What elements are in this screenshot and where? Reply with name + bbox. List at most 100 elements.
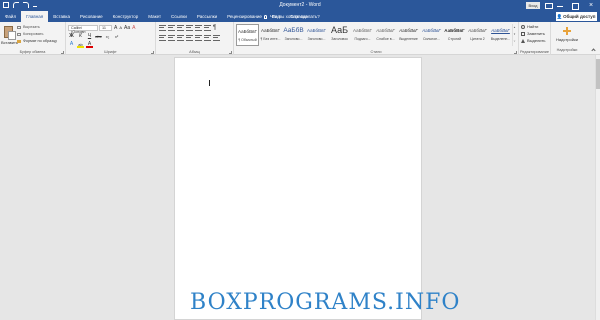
style-normal[interactable]: АаБбВвГ ¶ Обычный bbox=[236, 24, 259, 46]
ribbon-display-options-icon[interactable] bbox=[544, 2, 553, 9]
tab-layout[interactable]: Макет bbox=[143, 11, 166, 22]
signin-button[interactable]: Вход bbox=[526, 2, 540, 9]
shrink-font-button[interactable]: A bbox=[119, 25, 122, 31]
bullets-icon[interactable] bbox=[159, 25, 166, 31]
highlight-button[interactable]: ab bbox=[77, 41, 84, 48]
font-color-button[interactable]: A bbox=[86, 41, 93, 48]
style-preview: АаБбВ bbox=[283, 27, 304, 34]
align-center-icon[interactable] bbox=[168, 35, 175, 41]
close-icon[interactable]: × bbox=[587, 2, 595, 9]
underline-button[interactable]: Ч bbox=[86, 33, 93, 40]
ribbon: Вставить Вырезать Копировать Формат по о… bbox=[0, 22, 600, 55]
font-size-input[interactable]: 11 bbox=[99, 25, 112, 31]
tab-references[interactable]: Ссылки bbox=[166, 11, 192, 22]
style-strong[interactable]: АаБбВвГ Строгий bbox=[443, 24, 466, 46]
font-style-row: Ж К Ч abc x₂ x² bbox=[68, 33, 120, 40]
text-effects-button[interactable]: A bbox=[68, 41, 75, 48]
clear-formatting-button[interactable]: A bbox=[132, 25, 135, 31]
share-label: Общий доступ bbox=[563, 14, 596, 19]
style-intense-quote[interactable]: АаБбВвГ Выделенн... bbox=[489, 24, 512, 46]
styles-gallery-scroll[interactable]: ▴ ▾ ▿ bbox=[512, 24, 516, 46]
multilevel-list-icon[interactable] bbox=[177, 25, 184, 31]
paragraph-launcher-icon[interactable] bbox=[229, 51, 232, 54]
justify-icon[interactable] bbox=[186, 35, 193, 41]
style-preview: АаБбВвГ bbox=[307, 28, 326, 33]
font-launcher-icon[interactable] bbox=[151, 51, 154, 54]
styles-gallery: АаБбВвГ ¶ Обычный АаБбВвГ ¶ Без инте... Аа… bbox=[236, 24, 512, 46]
style-emphasis[interactable]: АаБбВвГ Выделение bbox=[397, 24, 420, 46]
style-no-spacing[interactable]: АаБбВвГ ¶ Без инте... bbox=[259, 24, 282, 46]
style-title[interactable]: АаБ Заголовок bbox=[328, 24, 351, 46]
replace-button[interactable]: Заменить bbox=[521, 31, 545, 36]
copy-button[interactable]: Копировать bbox=[17, 32, 43, 36]
replace-icon bbox=[521, 31, 525, 36]
increase-indent-icon[interactable] bbox=[195, 25, 202, 31]
decrease-indent-icon[interactable] bbox=[186, 25, 193, 31]
style-subtitle[interactable]: АаБбВвГ Подзаго... bbox=[351, 24, 374, 46]
format-painter-label: Формат по образцу bbox=[23, 39, 58, 43]
minimize-icon[interactable] bbox=[556, 2, 564, 9]
subscript-button[interactable]: x₂ bbox=[104, 33, 111, 40]
tab-insert[interactable]: Вставка bbox=[48, 11, 75, 22]
tab-draw[interactable]: Рисование bbox=[75, 11, 108, 22]
styles-launcher-icon[interactable] bbox=[514, 51, 517, 54]
title-bar: Документ2 - Word Вход × bbox=[0, 0, 600, 11]
line-spacing-icon[interactable] bbox=[195, 35, 202, 41]
addins-icon[interactable] bbox=[563, 27, 571, 35]
style-preview: АаБбВвГ bbox=[491, 28, 510, 33]
numbering-icon[interactable] bbox=[168, 25, 175, 31]
change-case-button[interactable]: Aa bbox=[124, 25, 130, 31]
strikethrough-button[interactable]: abc bbox=[95, 33, 102, 40]
style-preview: АаБбВвГ bbox=[444, 28, 465, 33]
maximize-icon[interactable] bbox=[571, 2, 579, 10]
borders-icon[interactable] bbox=[213, 35, 220, 41]
style-preview: АаБбВвГ bbox=[399, 28, 418, 33]
tab-design[interactable]: Конструктор bbox=[108, 11, 144, 22]
select-button[interactable]: Выделить bbox=[521, 38, 545, 43]
paste-button-label[interactable]: Вставить bbox=[1, 40, 18, 45]
paste-icon[interactable] bbox=[4, 26, 16, 40]
tell-me-box[interactable]: Что вы хотите сделать? bbox=[264, 11, 320, 22]
tab-mailings[interactable]: Рассылки bbox=[192, 11, 222, 22]
tab-review[interactable]: Рецензирование bbox=[222, 11, 267, 22]
superscript-button[interactable]: x² bbox=[113, 33, 120, 40]
shading-icon[interactable] bbox=[204, 35, 211, 41]
cut-button[interactable]: Вырезать bbox=[17, 25, 40, 29]
sort-icon[interactable] bbox=[204, 25, 211, 31]
window-title: Документ2 - Word bbox=[279, 2, 321, 8]
style-intense-emphasis[interactable]: АаБбВвГ Сильное... bbox=[420, 24, 443, 46]
vertical-scrollbar[interactable] bbox=[595, 55, 600, 320]
style-preview: АаБбВвГ bbox=[468, 28, 487, 33]
editing-group-label: Редактирование bbox=[520, 50, 549, 54]
style-heading-2[interactable]: АаБбВвГ Заголово... bbox=[305, 24, 328, 46]
style-heading-1[interactable]: АаБбВ Заголово... bbox=[282, 24, 305, 46]
align-right-icon[interactable] bbox=[177, 35, 184, 41]
format-painter-button[interactable]: Формат по образцу bbox=[17, 39, 57, 43]
style-quote[interactable]: АаБбВвГ Цитата 2 bbox=[466, 24, 489, 46]
watermark: BOXPROGRAMS.INFO bbox=[190, 290, 461, 315]
tab-home[interactable]: Главная bbox=[21, 11, 49, 22]
share-button[interactable]: 👤Общий доступ bbox=[556, 12, 597, 21]
scrollbar-thumb[interactable] bbox=[596, 59, 600, 89]
bold-button[interactable]: Ж bbox=[68, 33, 75, 40]
style-subtle-emphasis[interactable]: АаБбВвГ Слабое в... bbox=[374, 24, 397, 46]
style-preview: АаБ bbox=[330, 25, 348, 35]
font-name-input[interactable]: Calibri (Основн bbox=[68, 25, 98, 34]
style-name: Строгий bbox=[447, 37, 462, 41]
style-name: Выделение bbox=[399, 37, 418, 41]
show-marks-button[interactable]: ¶ bbox=[213, 25, 216, 31]
document-page[interactable] bbox=[174, 57, 422, 320]
tell-me-text: Что вы хотите сделать? bbox=[270, 14, 320, 19]
clipboard-launcher-icon[interactable] bbox=[61, 51, 64, 54]
addins-button-label[interactable]: Надстройки bbox=[553, 37, 581, 42]
tab-file[interactable]: Файл bbox=[0, 11, 21, 22]
paragraph-group: ¶ Абзац bbox=[156, 22, 234, 55]
find-button[interactable]: Найти bbox=[521, 24, 538, 29]
italic-button[interactable]: К bbox=[77, 33, 84, 40]
style-name: Заголово... bbox=[284, 37, 303, 41]
list-buttons-row: ¶ bbox=[159, 25, 216, 31]
align-left-icon[interactable] bbox=[159, 35, 166, 41]
cut-label: Вырезать bbox=[23, 25, 40, 29]
brush-icon bbox=[17, 39, 21, 43]
grow-font-button[interactable]: A bbox=[114, 25, 117, 31]
